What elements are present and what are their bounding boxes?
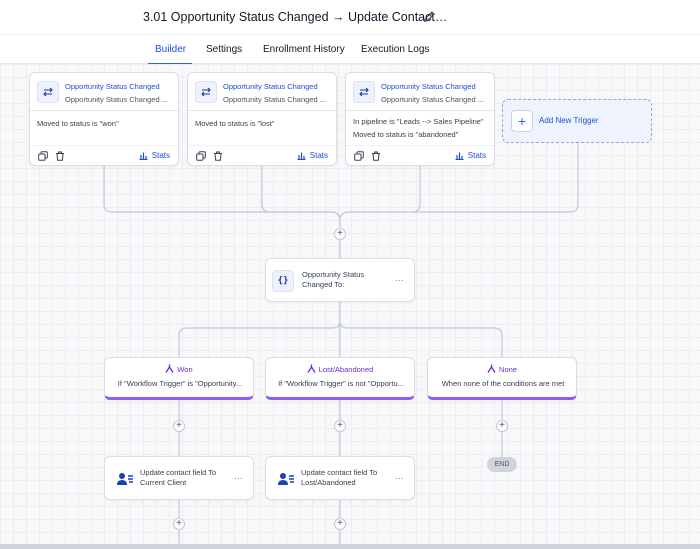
branch-lost-abandoned[interactable]: Lost/Abandoned If "Workflow Trigger" is … xyxy=(265,357,415,400)
stats-label: Stats xyxy=(151,151,170,160)
add-new-trigger-button[interactable]: + Add New Trigger xyxy=(502,99,652,143)
branch-name: None xyxy=(499,365,517,374)
stats-label: Stats xyxy=(467,151,486,160)
if-else-label: Opportunity Status Changed To: xyxy=(302,270,365,289)
bar-chart-icon xyxy=(297,152,306,160)
more-options-button[interactable]: ... xyxy=(395,273,404,283)
plus-icon: + xyxy=(511,110,533,132)
trigger-header: Opportunity Status Changed Opportunity S… xyxy=(30,73,178,111)
add-trigger-label: Add New Trigger xyxy=(539,116,599,125)
contact-card-icon xyxy=(114,468,136,490)
branch-won[interactable]: Won If "Workflow Trigger" is "Opportunit… xyxy=(104,357,254,400)
swap-arrows-icon xyxy=(37,81,59,103)
add-step-button[interactable]: + xyxy=(173,518,185,530)
trash-icon[interactable] xyxy=(213,151,223,161)
trigger-card[interactable]: Opportunity Status Changed Opportunity S… xyxy=(345,72,495,166)
trigger-header: Opportunity Status Changed Opportunity S… xyxy=(188,73,336,111)
stats-button[interactable]: Stats xyxy=(297,151,328,160)
add-step-button[interactable]: + xyxy=(334,420,346,432)
trash-icon[interactable] xyxy=(55,151,65,161)
tab-execution-logs[interactable]: Execution Logs xyxy=(361,44,429,55)
trash-icon[interactable] xyxy=(371,151,381,161)
trigger-card[interactable]: Opportunity Status Changed Opportunity S… xyxy=(29,72,179,166)
trigger-condition: Moved to status is "won" xyxy=(37,119,119,128)
trigger-subtitle: Opportunity Status Changed ... xyxy=(223,95,326,104)
action-label: Update contact field To Current Client xyxy=(140,468,217,487)
bar-chart-icon xyxy=(139,152,148,160)
trigger-subtitle: Opportunity Status Changed ... xyxy=(65,95,168,104)
tab-bar: Builder Settings Enrollment History Exec… xyxy=(0,34,700,65)
swap-arrows-icon xyxy=(353,81,375,103)
stats-button[interactable]: Stats xyxy=(139,151,170,160)
branch-condition: If "Workflow Trigger" is not "Opportu... xyxy=(278,379,404,388)
branch-condition: When none of the conditions are met xyxy=(441,379,565,388)
branch-icon xyxy=(487,364,496,373)
trigger-card[interactable]: Opportunity Status Changed Opportunity S… xyxy=(187,72,337,166)
copy-icon[interactable] xyxy=(38,151,48,161)
more-options-button[interactable]: ... xyxy=(395,471,404,481)
action-label: Update contact field To Lost/Abandoned xyxy=(301,468,378,487)
header-bar: 3.01 Opportunity Status Changed → Update… xyxy=(0,0,700,34)
branch-icon xyxy=(165,364,174,373)
trigger-footer: Stats xyxy=(188,145,336,165)
branch-name: Lost/Abandoned xyxy=(318,365,374,374)
horizontal-scrollbar[interactable] xyxy=(0,544,700,549)
add-step-button[interactable]: + xyxy=(496,420,508,432)
braces-icon: {} xyxy=(272,270,294,292)
branch-condition: If "Workflow Trigger" is "Opportunity... xyxy=(117,379,243,388)
branch-icon xyxy=(307,364,316,373)
add-step-button[interactable]: + xyxy=(334,518,346,530)
pencil-icon[interactable] xyxy=(423,10,436,23)
action-update-contact-field[interactable]: Update contact field To Current Client .… xyxy=(104,456,254,500)
workflow-canvas[interactable]: Opportunity Status Changed Opportunity S… xyxy=(0,64,700,544)
action-update-contact-field[interactable]: Update contact field To Lost/Abandoned .… xyxy=(265,456,415,500)
branch-header: Won xyxy=(105,364,253,374)
copy-icon[interactable] xyxy=(354,151,364,161)
tab-settings[interactable]: Settings xyxy=(206,44,242,55)
trigger-footer: Stats xyxy=(346,145,494,165)
tab-enrollment-history[interactable]: Enrollment History xyxy=(263,44,345,55)
trigger-condition: Moved to status is "abandoned" xyxy=(353,130,459,139)
branch-header: Lost/Abandoned xyxy=(266,364,414,374)
contact-card-icon xyxy=(275,468,297,490)
stats-label: Stats xyxy=(309,151,328,160)
stats-button[interactable]: Stats xyxy=(455,151,486,160)
trigger-condition: In pipeline is "Leads --> Sales Pipeline… xyxy=(353,117,484,126)
trigger-title: Opportunity Status Changed xyxy=(223,82,318,91)
more-options-button[interactable]: ... xyxy=(234,471,243,481)
trigger-title: Opportunity Status Changed xyxy=(65,82,160,91)
swap-arrows-icon xyxy=(195,81,217,103)
add-step-button[interactable]: + xyxy=(173,420,185,432)
branch-header: None xyxy=(428,364,576,374)
trigger-condition: Moved to status is "lost" xyxy=(195,119,275,128)
if-else-node[interactable]: {} Opportunity Status Changed To: ... xyxy=(265,258,415,302)
trigger-header: Opportunity Status Changed Opportunity S… xyxy=(346,73,494,111)
trigger-footer: Stats xyxy=(30,145,178,165)
add-step-button[interactable]: + xyxy=(334,228,346,240)
branch-name: Won xyxy=(177,365,193,374)
workflow-title[interactable]: 3.01 Opportunity Status Changed → Update… xyxy=(143,10,447,24)
end-node: END xyxy=(487,457,517,472)
trigger-title: Opportunity Status Changed xyxy=(381,82,476,91)
copy-icon[interactable] xyxy=(196,151,206,161)
branch-none[interactable]: None When none of the conditions are met xyxy=(427,357,577,400)
tab-builder[interactable]: Builder xyxy=(155,44,186,55)
bar-chart-icon xyxy=(455,152,464,160)
trigger-subtitle: Opportunity Status Changed ... xyxy=(381,95,484,104)
